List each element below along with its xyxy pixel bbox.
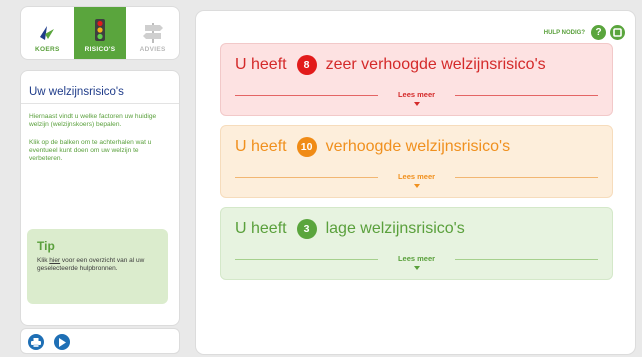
risk-bar-high[interactable]: U heeft 8 zeer verhoogde welzijnsrisico'… (220, 43, 613, 116)
tab-advies[interactable]: ADVIES (126, 7, 179, 59)
risk-count-badge: 10 (296, 137, 317, 157)
panel-footer (20, 328, 180, 354)
risk-label: zeer verhoogde welzijnsrisico's (325, 56, 546, 73)
risk-prefix: U heeft (235, 56, 287, 73)
risk-label: lage welzijnsrisico's (325, 220, 465, 237)
close-icon[interactable] (610, 25, 625, 40)
tab-risicos-label: RISICO'S (84, 46, 116, 53)
read-more[interactable]: Lees meer (235, 251, 598, 277)
signpost-icon (142, 23, 163, 43)
risk-summary: U heeft 8 zeer verhoogde welzijnsrisico'… (221, 44, 612, 75)
print-icon (31, 337, 41, 347)
help-label[interactable]: HULP NODIG? (544, 30, 585, 36)
tip-box: Tip Klik hier voor een overzicht van al … (27, 229, 168, 304)
risk-summary: U heeft 3 lage welzijnsrisico's (221, 208, 612, 239)
print-button[interactable] (28, 334, 44, 350)
chevron-down-icon[interactable] (413, 266, 420, 270)
tip-text: Klik hier voor een overzicht van al uw g… (37, 257, 145, 273)
tab-koers[interactable]: KOERS (21, 7, 74, 59)
tip-link[interactable]: hier (49, 257, 60, 264)
chevron-down-icon[interactable] (413, 184, 420, 188)
main-panel: HULP NODIG? ? U heeft 8 zeer verhoogde w… (195, 10, 636, 355)
risk-prefix: U heeft (235, 138, 287, 155)
instruction-text: Klik op de balken om te achterhalen wat … (29, 138, 152, 163)
divider (455, 259, 598, 260)
compass-icon (40, 26, 55, 40)
read-more[interactable]: Lees meer (235, 87, 598, 113)
risk-bar-medium[interactable]: U heeft 10 verhoogde welzijnsrisico's Le… (220, 125, 613, 198)
risk-prefix: U heeft (235, 220, 287, 237)
divider (455, 177, 598, 178)
help-icon[interactable]: ? (591, 25, 606, 40)
chevron-down-icon[interactable] (413, 102, 420, 106)
risk-bar-low[interactable]: U heeft 3 lage welzijnsrisico's Lees mee… (220, 207, 613, 280)
panel-title: Uw welzijnsrisico's (21, 71, 179, 104)
tab-risicos[interactable]: RISICO'S (73, 7, 127, 59)
play-button[interactable] (54, 334, 70, 350)
tab-koers-label: KOERS (35, 46, 60, 53)
tab-advies-label: ADVIES (139, 46, 166, 53)
risk-count-badge: 8 (296, 55, 317, 75)
risk-summary: U heeft 10 verhoogde welzijnsrisico's (221, 126, 612, 157)
read-more[interactable]: Lees meer (235, 169, 598, 195)
help-area: HULP NODIG? ? (544, 25, 625, 40)
nav-tabs: KOERS RISICO'S ADVIES (20, 6, 180, 60)
intro-text: Hiernaast vindt u welke factoren uw huid… (29, 113, 157, 129)
play-icon (59, 337, 66, 347)
tip-title: Tip (37, 239, 55, 253)
risk-count-badge: 3 (296, 219, 317, 239)
divider (455, 95, 598, 96)
risk-label: verhoogde welzijnsrisico's (325, 138, 511, 155)
traffic-light-icon (95, 19, 105, 41)
